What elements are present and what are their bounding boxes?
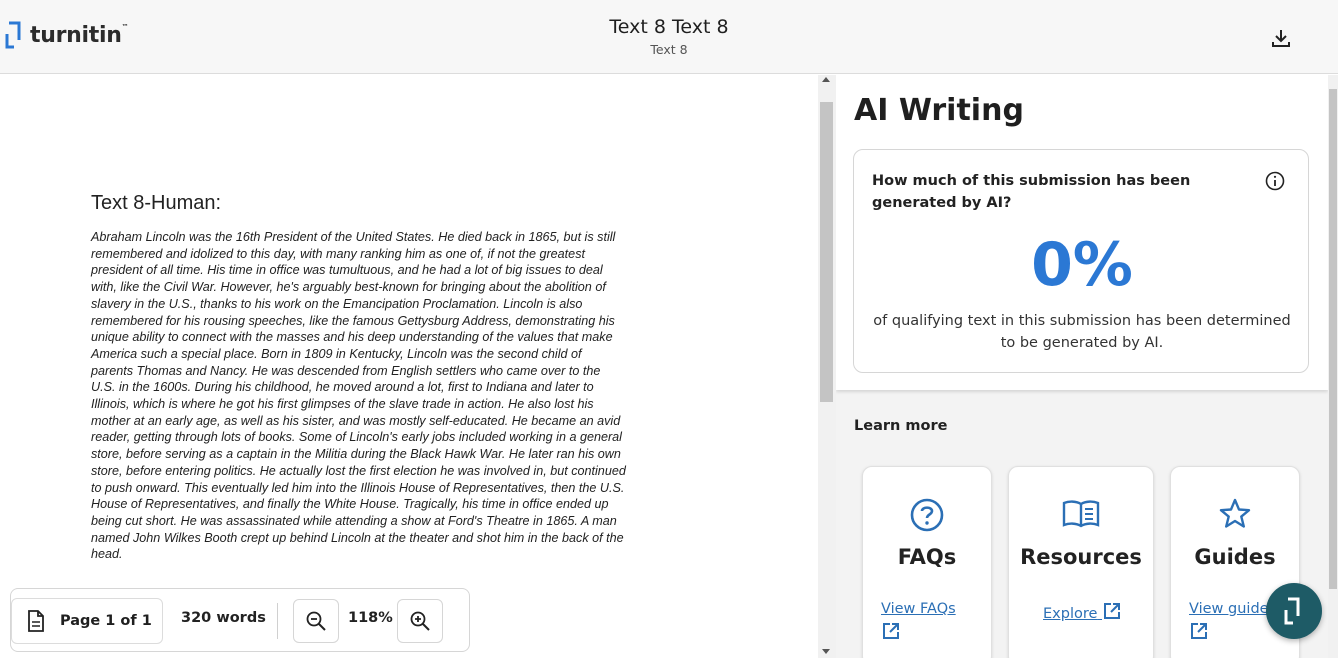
document-icon (28, 610, 44, 632)
question-circle-icon (863, 497, 991, 533)
ai-writing-panel: AI Writing How much of this submission h… (836, 75, 1328, 658)
external-link-icon (883, 623, 899, 639)
external-link-icon (1104, 603, 1121, 619)
document-line: store, before serving as a captain in th… (91, 447, 621, 462)
document-line: Abraham Lincoln was the 16th President o… (91, 230, 616, 244)
document-line: reader, getting through lots of books. S… (91, 430, 622, 445)
word-count: 320 words (181, 610, 266, 626)
view-guides-link[interactable]: View guides (1189, 601, 1276, 642)
panel-scrollbar[interactable] (1328, 75, 1338, 658)
external-link-icon (1191, 623, 1207, 639)
document-line: to push onward. This eventually led him … (91, 480, 625, 495)
view-faqs-label: View FAQs (881, 601, 956, 617)
page-label: Page 1 of 1 (60, 613, 152, 629)
app-header: turnitin™ Text 8 Text 8 Text 8 (0, 0, 1338, 74)
zoom-out-button[interactable] (293, 599, 339, 643)
zoom-in-button[interactable] (397, 599, 443, 643)
scroll-up-arrow-icon[interactable] (822, 77, 830, 82)
document-line: America such a special place. Born in 18… (91, 346, 582, 361)
document-line: slavery in the U.S., thanks to his work … (91, 296, 583, 311)
scroll-down-arrow-icon[interactable] (822, 649, 830, 654)
ai-score-box: How much of this submission has been gen… (853, 149, 1309, 373)
page-subtitle: Text 8 (650, 42, 688, 57)
info-circle-icon (1265, 171, 1285, 191)
zoom-out-icon (306, 611, 326, 631)
scrollbar-thumb[interactable] (820, 102, 833, 402)
document-line: remembered for his rousing speeches, lik… (91, 313, 615, 328)
document-line: being cut short. He was assassinated whi… (91, 513, 617, 528)
star-icon (1171, 497, 1299, 531)
turnitin-assistant-icon (1284, 597, 1300, 625)
resources-card[interactable]: Resources Explore (1008, 466, 1154, 658)
zoom-level: 118% (348, 610, 393, 626)
ai-percentage: 0% (1031, 230, 1133, 300)
view-guides-label: View guides (1189, 601, 1277, 617)
document-toolbar: Page 1 of 1 320 words 118% (10, 588, 470, 652)
document-line: mother at an early age, as well as his s… (91, 413, 621, 428)
document-line: president of all time. His time in offic… (91, 263, 603, 278)
ai-question: How much of this submission has been gen… (872, 173, 1191, 211)
help-assistant-button[interactable] (1266, 583, 1322, 639)
panel-scrollbar-thumb[interactable] (1329, 89, 1337, 589)
view-faqs-link[interactable]: View FAQs (881, 601, 956, 642)
resources-title: Resources (1020, 545, 1142, 569)
page-navigation-button[interactable]: Page 1 of 1 (11, 598, 163, 644)
download-icon (1272, 30, 1290, 47)
toolbar-divider (277, 603, 278, 639)
document-viewer[interactable]: Text 8-Human: Abraham Lincoln was the 16… (0, 75, 818, 658)
explore-label: Explore (1043, 606, 1098, 622)
faqs-title: FAQs (897, 545, 957, 569)
ai-writing-card: AI Writing How much of this submission h… (836, 75, 1328, 390)
book-icon (1009, 497, 1153, 531)
document-heading: Text 8-Human: (91, 192, 222, 214)
document-line: parents Thomas and Nancy. He was descend… (91, 363, 601, 378)
faqs-card[interactable]: FAQs View FAQs (862, 466, 992, 658)
zoom-in-icon (410, 611, 430, 631)
document-line: House of Representatives, and finally th… (91, 497, 609, 512)
guides-title: Guides (1194, 545, 1276, 569)
document-body: Abraham Lincoln was the 16th President o… (91, 229, 706, 563)
ai-description: of qualifying text in this submission ha… (873, 313, 1291, 351)
document-line: with, like the Civil War. However, he's … (91, 280, 606, 295)
ai-writing-title: AI Writing (854, 93, 1024, 128)
page-title: Text 8 Text 8 (609, 16, 729, 38)
document-line: Illinois, which is where he got his firs… (91, 397, 594, 412)
document-line: head. (91, 547, 123, 562)
document-line: remembered and idolized to this day, wit… (91, 246, 585, 261)
document-line: named John Wilkes Booth crept up behind … (91, 530, 624, 545)
document-title-block: Text 8 Text 8 Text 8 (0, 16, 1338, 57)
document-scrollbar[interactable] (818, 75, 836, 658)
learn-more-heading: Learn more (854, 418, 948, 434)
document-line: U.S. in the 1600s. During his childhood,… (91, 380, 594, 395)
download-button[interactable] (1266, 24, 1296, 52)
document-line: store, before entering politics. He actu… (91, 463, 626, 478)
document-line: unique ability to connect with the masse… (91, 330, 613, 345)
explore-link[interactable]: Explore (1043, 601, 1122, 622)
info-icon[interactable] (1264, 170, 1286, 192)
